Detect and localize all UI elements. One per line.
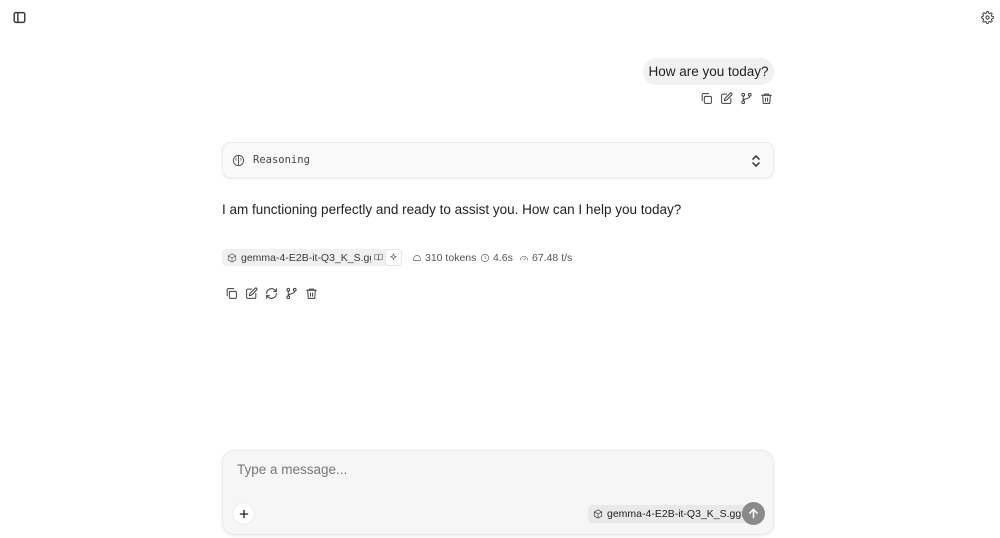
sparkles-icon <box>389 253 398 261</box>
edit-icon <box>245 287 257 299</box>
copy-icon <box>226 287 237 299</box>
branch-icon <box>285 287 297 299</box>
trash-icon <box>760 93 772 104</box>
cube-icon <box>227 252 237 263</box>
generation-speed-text: 67.48 t/s <box>532 251 573 264</box>
model-name: gemma-4-E2B-it-Q3_K_S.gguf <box>241 251 384 264</box>
user-delete-button[interactable] <box>757 89 775 107</box>
stats-mode-button[interactable] <box>386 250 401 265</box>
reasoning-label: Reasoning <box>253 154 310 166</box>
attach-button[interactable] <box>233 503 254 524</box>
user-message-bubble: How are you today? <box>643 58 774 85</box>
generation-speed: 67.48 t/s <box>519 249 572 266</box>
clock-icon <box>480 253 490 262</box>
assistant-delete-button[interactable] <box>302 284 320 302</box>
user-copy-button[interactable] <box>697 89 715 107</box>
send-button[interactable] <box>742 502 765 525</box>
assistant-message-text: I am functioning perfectly and ready to … <box>222 202 682 217</box>
copy-icon <box>701 92 712 104</box>
assistant-regenerate-button[interactable] <box>262 284 280 302</box>
model-selector-label: gemma-4-E2B-it-Q3_K_S.gguf <box>607 508 750 520</box>
edit-icon <box>720 92 732 104</box>
chevron-up-down-icon <box>752 155 760 167</box>
user-branch-button[interactable] <box>737 89 755 107</box>
model-selector[interactable]: gemma-4-E2B-it-Q3_K_S.gguf <box>588 505 755 523</box>
token-count-text: 310 tokens <box>425 251 477 264</box>
plus-icon <box>239 509 248 518</box>
sidebar-toggle-icon <box>12 11 26 23</box>
cube-icon <box>593 509 603 519</box>
generation-time-text: 4.6s <box>493 251 513 264</box>
view-mode-toggle[interactable] <box>371 249 402 266</box>
arrow-up-icon <box>749 508 758 519</box>
model-badge: gemma-4-E2B-it-Q3_K_S.gguf <box>222 249 389 266</box>
trash-icon <box>305 288 317 299</box>
assistant-branch-button[interactable] <box>282 284 300 302</box>
gauge-icon <box>519 255 529 260</box>
reasoning-panel[interactable]: Reasoning <box>222 142 774 178</box>
assistant-edit-button[interactable] <box>242 284 260 302</box>
message-input[interactable] <box>237 459 757 479</box>
user-edit-button[interactable] <box>717 89 735 107</box>
token-count: 310 tokens <box>412 249 476 266</box>
regenerate-icon <box>265 287 277 299</box>
tokens-icon <box>413 254 421 261</box>
settings-button[interactable] <box>978 8 996 26</box>
branch-icon <box>740 92 752 104</box>
generation-time: 4.6s <box>480 249 513 266</box>
book-icon <box>374 254 383 261</box>
sidebar-toggle-button[interactable] <box>10 8 28 26</box>
message-composer: gemma-4-E2B-it-Q3_K_S.gguf <box>222 450 774 535</box>
brain-icon <box>232 154 245 167</box>
reading-mode-button[interactable] <box>371 250 386 265</box>
user-message-text: How are you today? <box>648 64 769 79</box>
assistant-copy-button[interactable] <box>222 284 240 302</box>
gear-icon <box>980 10 994 24</box>
